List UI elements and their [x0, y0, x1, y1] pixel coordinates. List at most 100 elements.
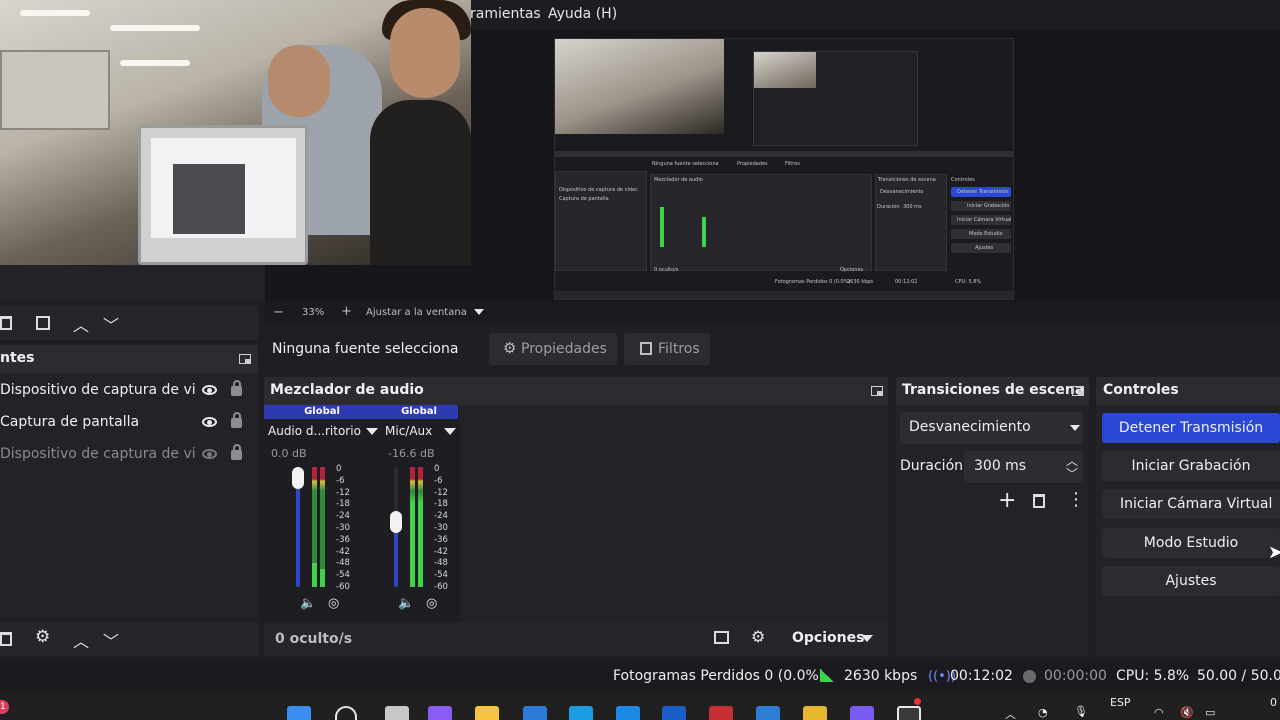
record-time: 00:00:00 — [1044, 668, 1107, 684]
app-icon[interactable] — [850, 706, 874, 720]
layout-icon[interactable] — [714, 631, 729, 644]
settings-button[interactable]: Ajustes — [1102, 566, 1280, 596]
nested-screen-capture: Ninguna fuente selecciona Propiedades Fi… — [554, 38, 1014, 300]
source-item[interactable]: Dispositivo de captura de videc — [0, 439, 258, 471]
battery-icon[interactable]: ▭ — [1205, 706, 1215, 719]
wifi-icon[interactable]: ◠ — [1154, 706, 1164, 719]
edge-icon[interactable] — [569, 706, 593, 720]
options-button[interactable]: Opciones — [792, 630, 864, 646]
store-icon[interactable] — [523, 706, 547, 720]
task-view-icon[interactable] — [385, 706, 409, 720]
search-icon[interactable] — [335, 706, 357, 720]
trash-icon[interactable] — [0, 632, 12, 646]
mcafee-icon[interactable] — [709, 706, 733, 720]
chevron-down-icon[interactable] — [366, 428, 378, 435]
cpu-usage: CPU: 5.8% — [1116, 668, 1190, 684]
windows-taskbar: 1 ︿ ◔ 🎙 ESP ◠ 🔇 ▭ 0 — [0, 692, 1280, 720]
transitions-title: Transiciones de escena — [902, 382, 1085, 398]
stop-stream-button[interactable]: Detener Transmisión — [1102, 413, 1280, 443]
move-down-icon[interactable]: ﹀ — [103, 628, 119, 652]
speaker-icon[interactable]: 🔈 — [398, 596, 414, 611]
undock-icon[interactable] — [871, 386, 883, 396]
chevron-down-icon[interactable] — [861, 635, 873, 642]
headphones-icon[interactable]: ◎ — [426, 596, 437, 611]
file-explorer-icon[interactable] — [475, 706, 499, 720]
lock-icon[interactable] — [231, 380, 242, 396]
windows-start-icon[interactable] — [287, 706, 311, 720]
controls-title: Controles — [1103, 382, 1179, 398]
webcam-preview — [0, 0, 471, 265]
fit-dropdown-icon[interactable] — [474, 309, 484, 315]
clock[interactable]: 0 — [1270, 696, 1277, 709]
start-recording-button[interactable]: Iniciar Grabación — [1102, 451, 1280, 481]
speaker-icon[interactable]: 🔈 — [300, 596, 316, 611]
duration-spinbox[interactable]: 300 ms ︿ ﹀ — [964, 451, 1083, 483]
headphones-icon[interactable]: ◎ — [328, 596, 339, 611]
channel-db: -16.6 dB — [388, 447, 435, 460]
scene-filter-icon[interactable] — [36, 316, 50, 330]
undock-icon[interactable] — [1072, 386, 1084, 396]
channel-name: Mic/Aux — [385, 424, 433, 438]
menu-herramientas[interactable]: ramientas — [470, 6, 541, 22]
chevron-down-icon[interactable]: ﹀ — [1066, 465, 1078, 482]
channel-name: Audio d...ritorio — [268, 424, 361, 438]
meter-scale: 0 -6 -12 -18 -24 -30 -36 -42 -48 -54 -60 — [434, 464, 448, 592]
undock-icon[interactable] — [239, 354, 251, 364]
mail-icon[interactable] — [756, 706, 780, 720]
tray-chevron-icon[interactable]: ︿ — [1005, 706, 1016, 720]
lock-icon[interactable] — [231, 412, 242, 428]
filter-icon — [640, 342, 652, 355]
zoom-level: 33% — [302, 307, 325, 318]
filters-button[interactable]: Filtros — [624, 333, 710, 365]
gear-icon: ⚙ — [503, 339, 517, 357]
studio-mode-button[interactable]: Modo Estudio — [1102, 528, 1280, 558]
copilot-icon[interactable] — [428, 706, 452, 720]
mixer-header: Mezclador de audio — [264, 377, 888, 405]
mixer-footer: 0 oculto/s ⚙ Opciones — [264, 622, 888, 656]
fps: 50.00 / 50.00 — [1197, 668, 1280, 684]
channel-header: Global — [380, 405, 458, 419]
notification-badge: 1 — [0, 700, 9, 714]
zoom-in-button[interactable]: + — [341, 304, 352, 319]
zoom-out-button[interactable]: − — [273, 305, 284, 320]
signal-icon — [820, 669, 834, 682]
level-meter — [410, 467, 415, 587]
advanced-settings-icon[interactable]: ⚙ — [751, 627, 765, 646]
volume-icon[interactable]: 🔇 — [1180, 706, 1194, 719]
add-icon[interactable]: + — [998, 488, 1016, 513]
hp-icon[interactable] — [662, 706, 686, 720]
help-icon[interactable] — [616, 706, 640, 720]
eye-icon[interactable] — [202, 417, 217, 427]
transition-select[interactable]: Desvanecimiento — [900, 412, 1083, 444]
trash-icon[interactable] — [0, 316, 12, 330]
microphone-icon[interactable]: 🎙 — [1074, 705, 1088, 718]
lock-icon[interactable] — [231, 444, 242, 460]
stream-time: 00:12:02 — [950, 668, 1013, 684]
move-down-icon[interactable]: ﹀ — [103, 312, 119, 336]
eye-off-icon[interactable] — [202, 449, 217, 459]
level-meter — [418, 467, 423, 587]
eye-icon[interactable] — [202, 385, 217, 395]
start-virtual-camera-button[interactable]: Iniciar Cámara Virtual — [1102, 489, 1280, 519]
volume-slider-handle[interactable] — [292, 467, 304, 489]
app-icon[interactable] — [803, 706, 827, 720]
move-up-icon[interactable]: ︿ — [73, 312, 89, 336]
properties-label: Propiedades — [521, 341, 607, 357]
dropped-frames: Fotogramas Perdidos 0 (0.0%) — [613, 668, 825, 684]
menu-ayuda[interactable]: Ayuda (H) — [548, 6, 617, 22]
duration-label: Duración — [900, 458, 964, 474]
obs-icon[interactable] — [897, 706, 921, 720]
scenes-toolbar: ︿ ﹀ — [0, 306, 258, 340]
chevron-down-icon[interactable] — [444, 428, 456, 435]
trash-icon[interactable] — [1033, 494, 1045, 508]
source-label: Dispositivo de captura de videc — [0, 446, 195, 462]
properties-button[interactable]: ⚙ Propiedades — [489, 333, 617, 365]
fit-window-label[interactable]: Ajustar a la ventana — [366, 307, 467, 318]
more-options-icon[interactable]: ⋮ — [1067, 489, 1085, 510]
language-indicator[interactable]: ESP — [1110, 696, 1131, 709]
gear-icon[interactable]: ⚙ — [35, 627, 50, 647]
volume-slider-handle[interactable] — [390, 511, 402, 534]
source-item[interactable]: Captura de pantalla — [0, 407, 258, 439]
move-up-icon[interactable]: ︿ — [73, 628, 89, 652]
source-item[interactable]: Dispositivo de captura de videc — [0, 375, 258, 407]
